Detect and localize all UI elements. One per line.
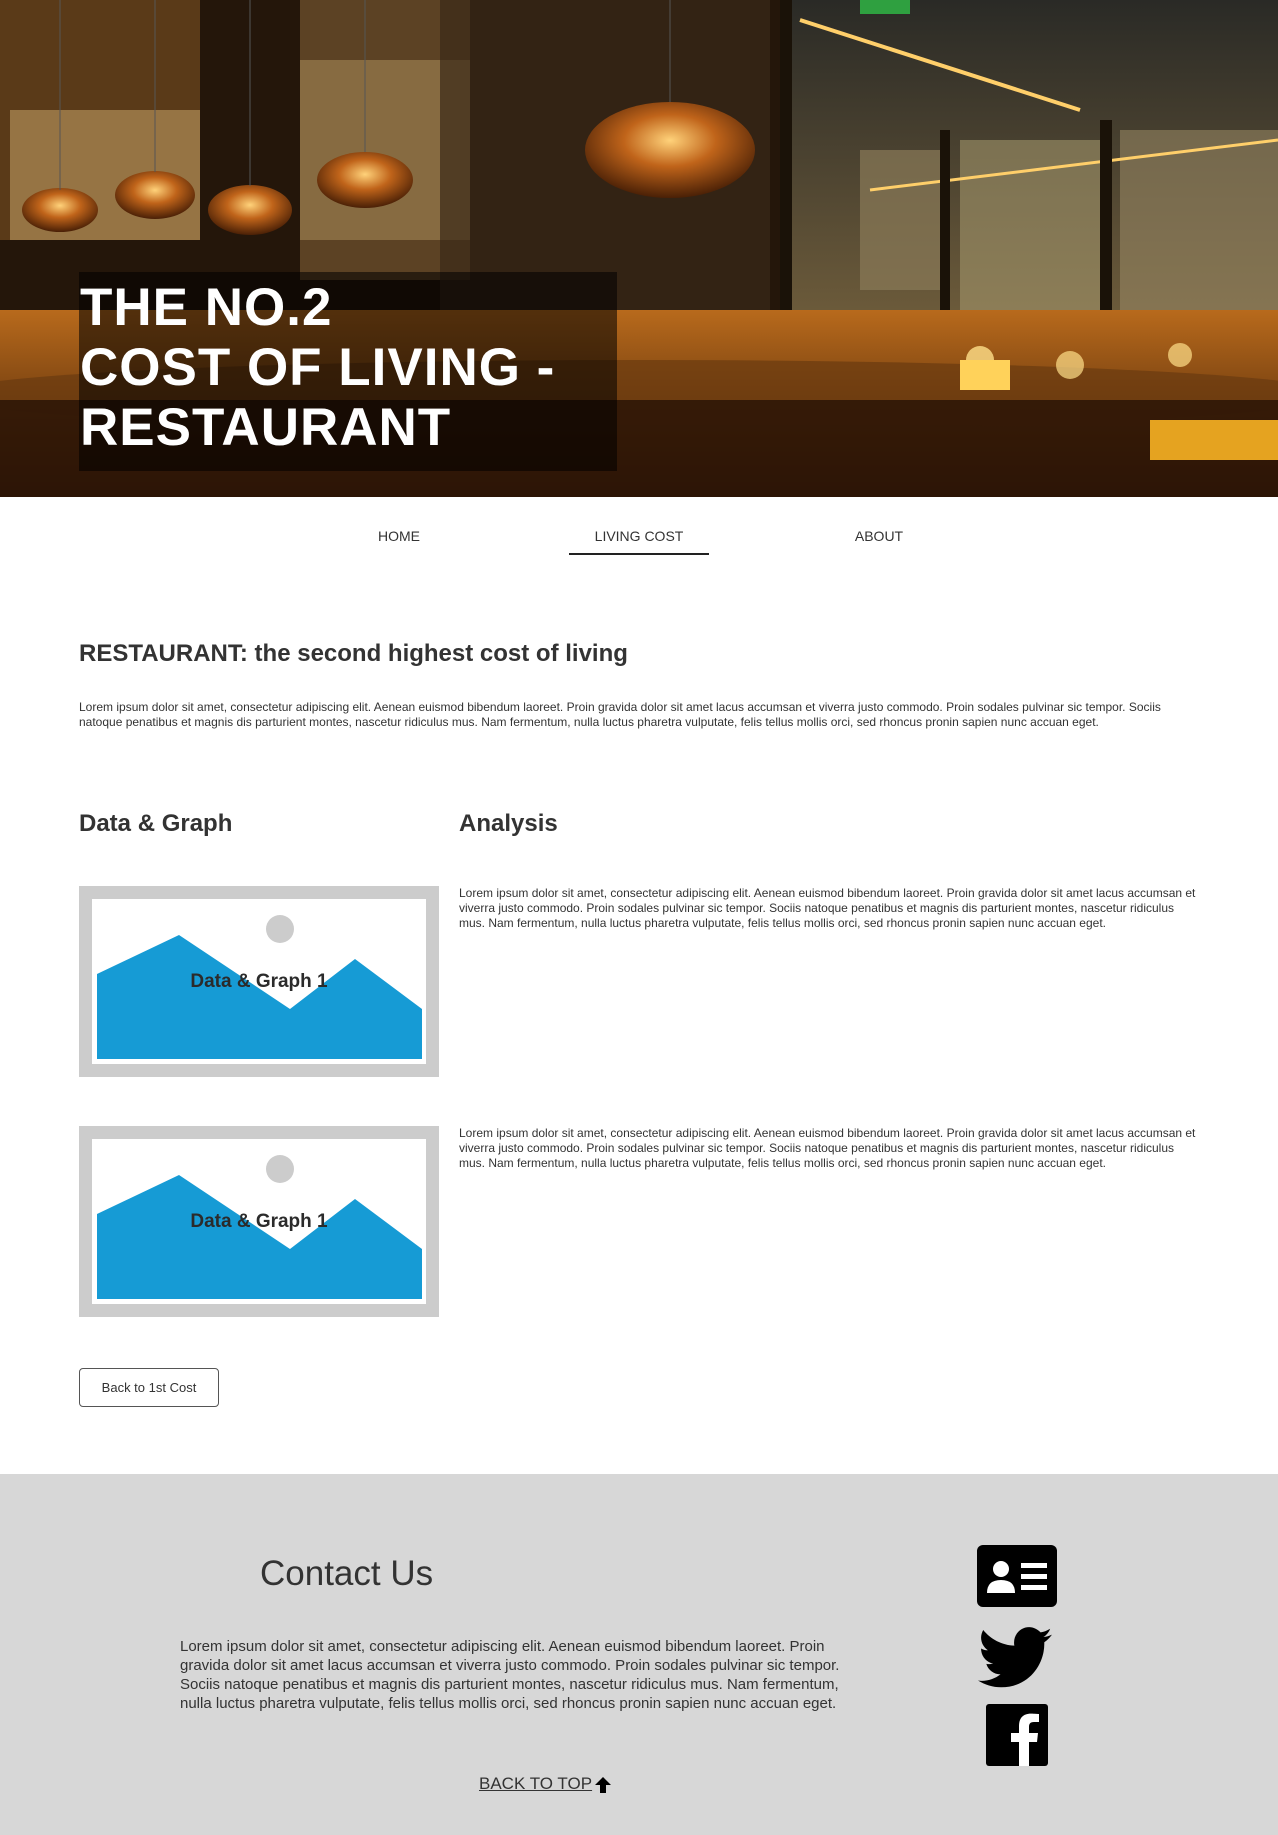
back-to-top-link[interactable]: BACK TO TOP — [479, 1774, 613, 1794]
sun-shape — [266, 1155, 294, 1183]
arrow-up-icon — [595, 1776, 612, 1793]
data-graph-heading: Data & Graph — [79, 810, 233, 837]
back-to-first-cost-button[interactable]: Back to 1st Cost — [79, 1368, 219, 1407]
hero-title-line: RESTAURANT — [80, 398, 452, 457]
intro-paragraph: Lorem ipsum dolor sit amet, consectetur … — [79, 700, 1161, 729]
active-nav-indicator — [569, 553, 709, 555]
graph-image: Data & Graph 1 — [92, 1139, 426, 1304]
analysis-paragraph: Lorem ipsum dolor sit amet, consectetur … — [459, 886, 1196, 930]
nav-item-home[interactable]: HOME — [359, 528, 439, 544]
footer: Contact Us Lorem ipsum dolor sit amet, c… — [0, 1474, 1278, 1835]
main-nav: HOME LIVING COST ABOUT — [0, 497, 1278, 557]
page-title: RESTAURANT: the second highest cost of l… — [79, 640, 628, 667]
sun-shape — [266, 915, 294, 943]
hero-title-line: COST OF LIVING - — [80, 338, 556, 397]
contact-title: Contact Us — [260, 1554, 434, 1593]
analysis-heading: Analysis — [459, 810, 558, 837]
hero-title-line: THE NO.2 — [80, 278, 333, 337]
hero-banner: THE NO.2 COST OF LIVING - RESTAURANT — [0, 0, 1278, 497]
twitter-icon[interactable] — [978, 1627, 1052, 1689]
graph-image-placeholder: Data & Graph 1 — [79, 886, 439, 1077]
hero-title: THE NO.2 COST OF LIVING - RESTAURANT — [79, 272, 617, 471]
mountain-shape — [97, 935, 422, 1059]
back-to-top-label: BACK TO TOP — [479, 1774, 593, 1793]
contact-paragraph: Lorem ipsum dolor sit amet, consectetur … — [180, 1638, 840, 1712]
nav-item-living-cost[interactable]: LIVING COST — [569, 528, 709, 544]
graph-image-placeholder: Data & Graph 1 — [79, 1126, 439, 1317]
graph-label: Data & Graph 1 — [190, 971, 328, 992]
contact-card-icon[interactable] — [977, 1545, 1057, 1607]
facebook-icon[interactable] — [986, 1704, 1048, 1766]
nav-item-about[interactable]: ABOUT — [839, 528, 919, 544]
mountain-shape — [97, 1175, 422, 1299]
graph-label: Data & Graph 1 — [190, 1211, 328, 1232]
graph-image: Data & Graph 1 — [92, 899, 426, 1064]
analysis-paragraph: Lorem ipsum dolor sit amet, consectetur … — [459, 1126, 1196, 1170]
